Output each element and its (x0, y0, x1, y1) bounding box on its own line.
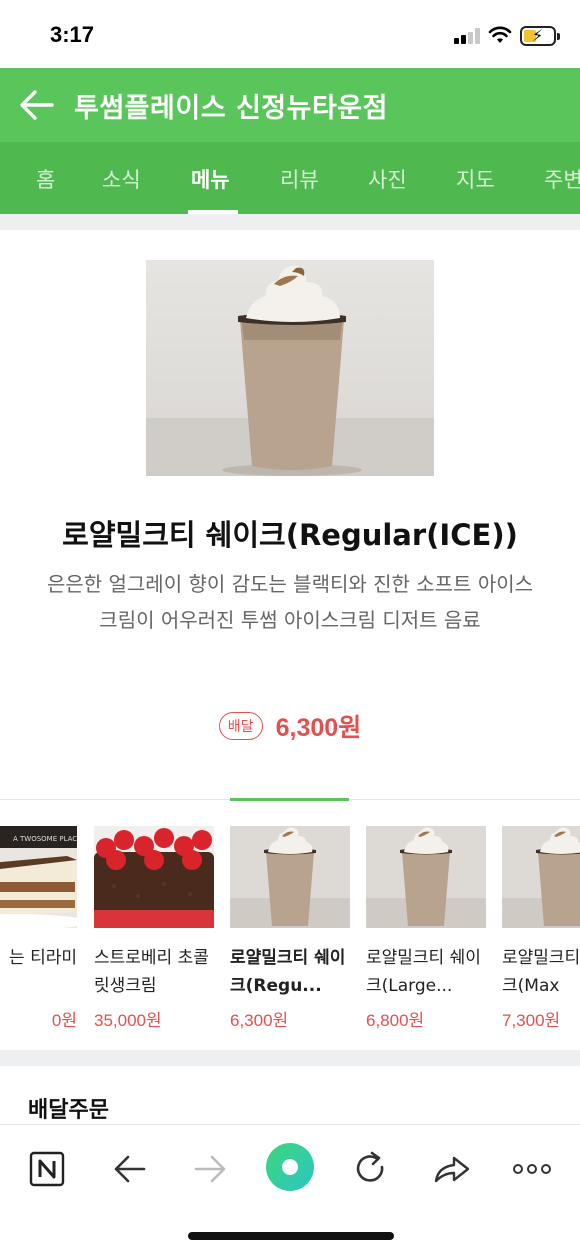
cellular-signal-icon (454, 28, 482, 44)
section-divider (0, 214, 580, 230)
carousel-item-price: 35,000원 (94, 1011, 162, 1030)
carousel-selection-indicator (230, 798, 349, 801)
tab-menu[interactable]: 메뉴 (191, 164, 230, 194)
svg-text:A TWOSOME PLACE: A TWOSOME PLACE (13, 835, 77, 843)
milk-tea-shake-thumbnail (502, 826, 580, 928)
more-icon[interactable] (510, 1147, 554, 1191)
carousel-item-name: 로얄밀크티 쉐이크(Large... (366, 948, 481, 996)
carousel-item-name: 는 티라미 (9, 948, 77, 968)
tab-news[interactable]: 소식 (102, 164, 141, 194)
carousel-card[interactable]: 로얄밀크티 쉐이크(Max 7,300원 (502, 826, 580, 1031)
carousel-item-price: 7,300원 (502, 1011, 561, 1030)
naver-n-icon[interactable] (26, 1147, 70, 1191)
tab-map[interactable]: 지도 (456, 164, 495, 194)
product-price: 6,300원 (275, 714, 362, 742)
wifi-icon (488, 26, 512, 43)
product-image (146, 260, 434, 476)
status-time: 3:17 (50, 22, 95, 47)
battery-icon: ⚡ (520, 26, 560, 46)
delivery-order-heading: 배달주문 (28, 1098, 109, 1123)
carousel-card-selected[interactable]: 로얄밀크티 쉐이크(Regu... 6,300원 (230, 826, 350, 1031)
home-circle-icon[interactable] (264, 1141, 316, 1193)
carousel-card[interactable]: 스트로베리 초콜릿생크림 35,000원 (94, 826, 214, 1031)
product-description: 은은한 얼그레이 향이 감도는 블랙티와 진한 소프트 아이스크림이 어우러진 … (46, 572, 534, 632)
tab-nearby[interactable]: 주변 (544, 164, 580, 194)
home-indicator (188, 1232, 394, 1240)
carousel-item-name: 로얄밀크티 쉐이크(Regu... (230, 948, 346, 996)
carousel-item-price: 0원 (51, 1011, 77, 1030)
milk-tea-shake-thumbnail (230, 826, 350, 928)
app-header: 투썸플레이스 신정뉴타운점 (0, 68, 580, 142)
carousel-item-price: 6,800원 (366, 1011, 425, 1030)
back-arrow-icon[interactable] (18, 86, 56, 124)
carousel-item-name: 스트로베리 초콜릿생크림 (94, 948, 209, 996)
strawberry-cake-thumbnail (94, 826, 214, 928)
carousel-item-price: 6,300원 (230, 1011, 289, 1030)
tab-home[interactable]: 홈 (36, 164, 55, 194)
forward-icon (194, 1155, 226, 1183)
status-bar: 3:17 ⚡ (0, 0, 580, 68)
page-title: 투썸플레이스 신정뉴타운점 (74, 93, 388, 124)
carousel-card[interactable]: 로얄밀크티 쉐이크(Large... 6,800원 (366, 826, 486, 1031)
carousel-card[interactable]: A TWOSOME PLACE 는 티라미 0원 (0, 826, 77, 1031)
tab-bar: 홈 소식 메뉴 리뷰 사진 지도 주변 (0, 142, 580, 214)
back-icon[interactable] (108, 1147, 152, 1191)
tab-reviews[interactable]: 리뷰 (280, 164, 319, 194)
price-row: 배달 6,300원 (0, 708, 580, 744)
section-divider (0, 1050, 580, 1066)
tab-photos[interactable]: 사진 (368, 164, 407, 194)
delivery-badge: 배달 (218, 712, 263, 740)
reload-icon[interactable] (348, 1147, 392, 1191)
share-icon[interactable] (430, 1147, 474, 1191)
menu-carousel[interactable]: A TWOSOME PLACE 는 티라미 0원 스트로베리 초콜릿생크림 35… (0, 800, 580, 1036)
tiramisu-thumbnail: A TWOSOME PLACE (0, 826, 77, 928)
carousel-item-name: 로얄밀크티 쉐이크(Max (502, 948, 580, 996)
milk-tea-shake-thumbnail (366, 826, 486, 928)
product-name: 로얄밀크티 쉐이크(Regular(ICE)) (62, 518, 518, 552)
